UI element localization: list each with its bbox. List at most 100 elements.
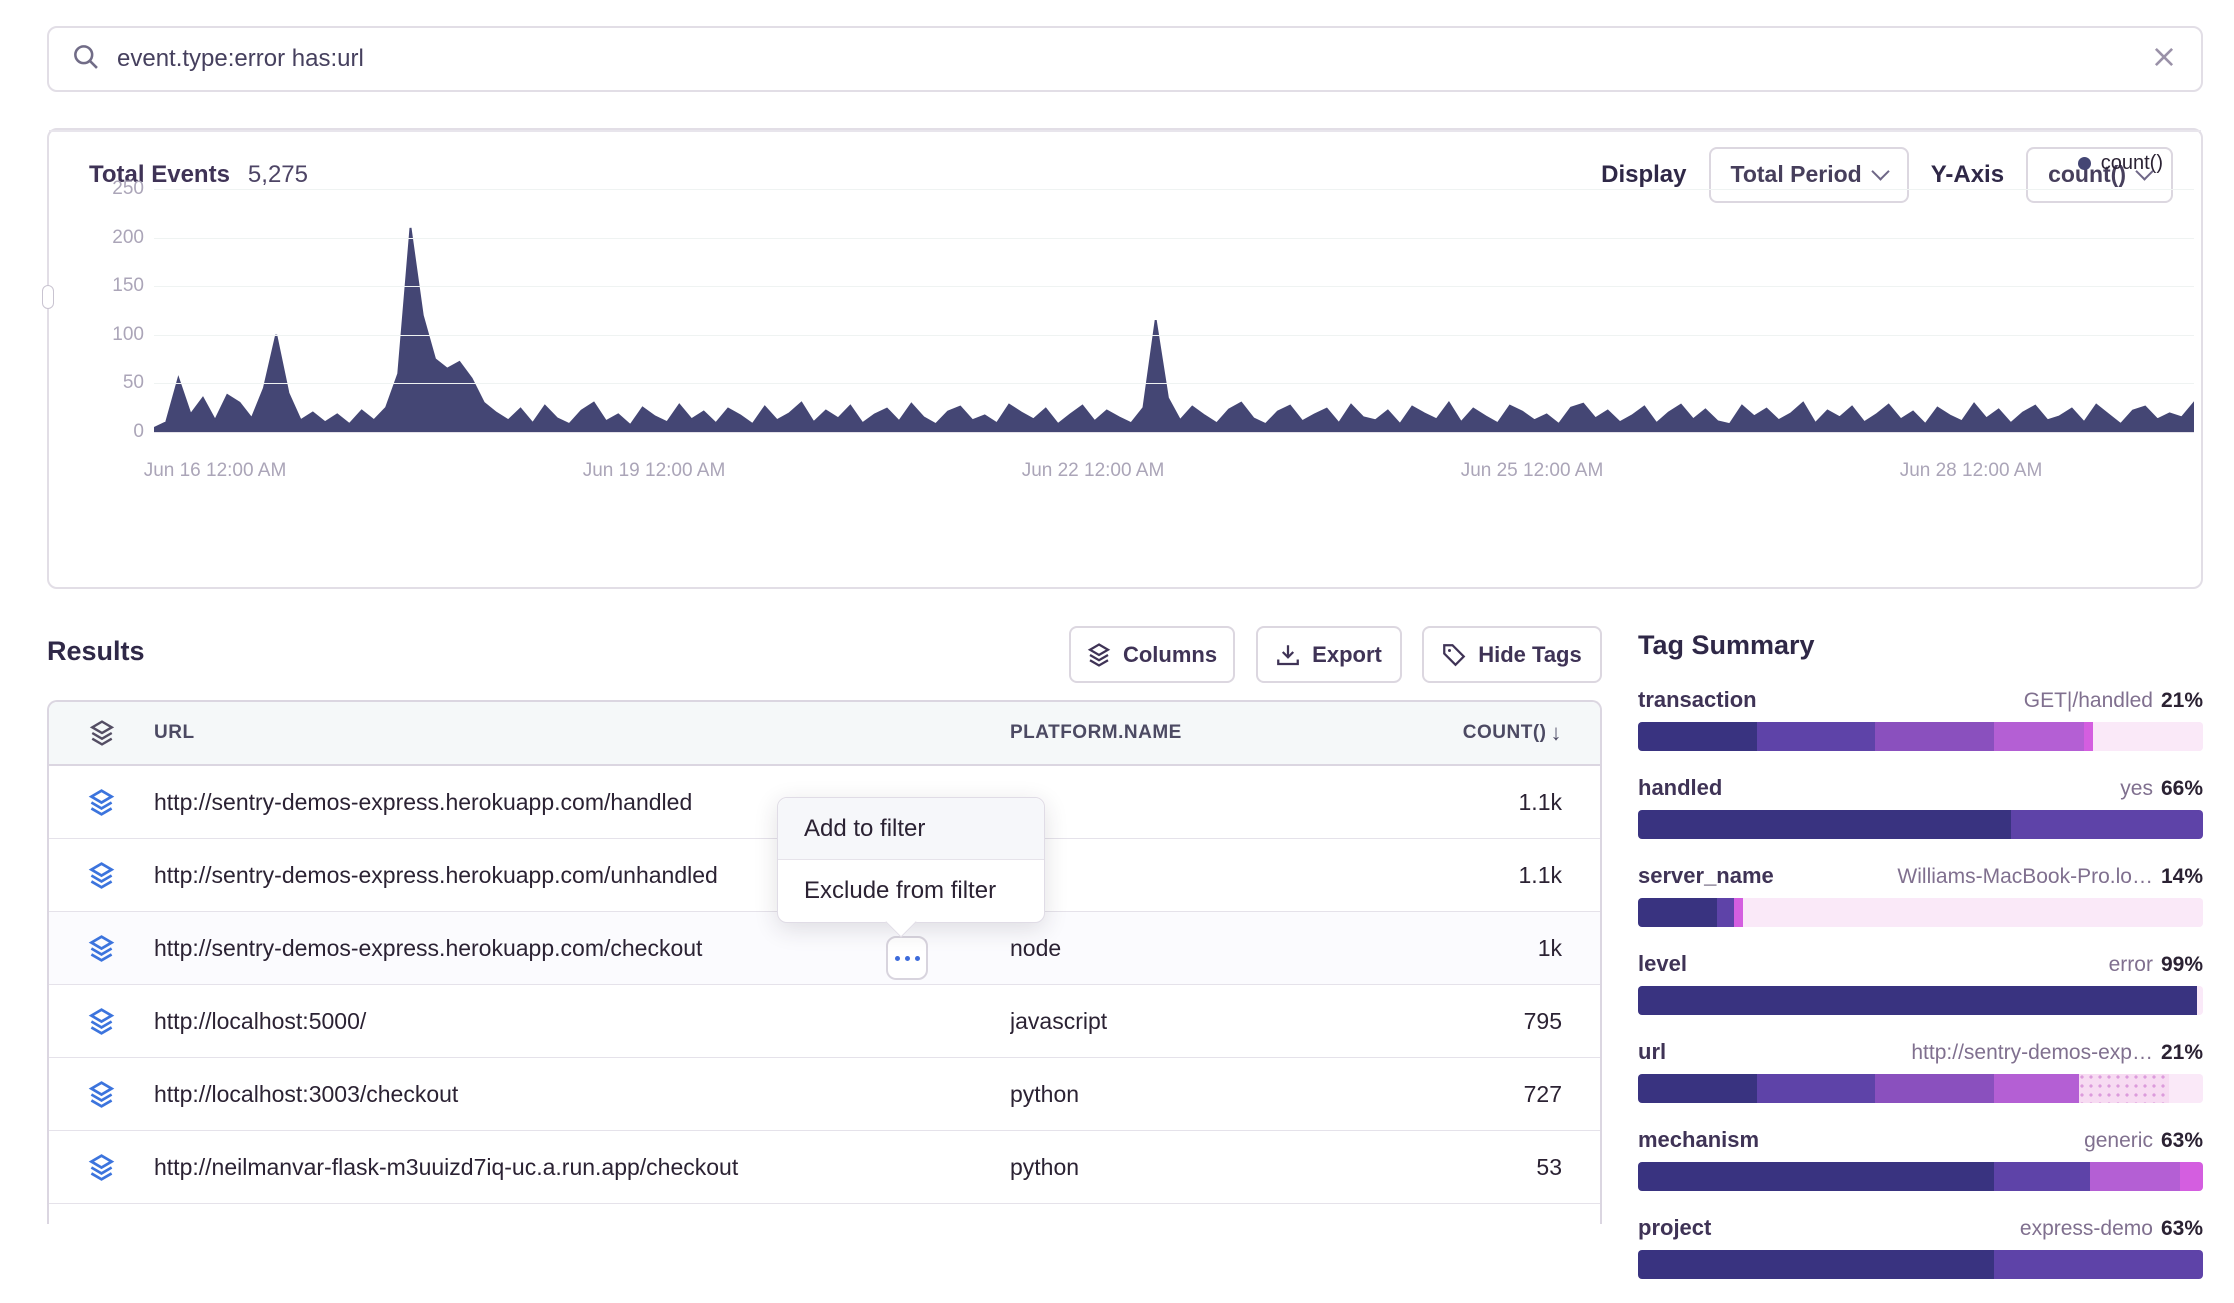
stack-icon[interactable] xyxy=(49,789,154,816)
tag-bar-segment[interactable] xyxy=(1875,722,1994,751)
hide-tags-button[interactable]: Hide Tags xyxy=(1422,626,1602,683)
tag-bar-segment[interactable] xyxy=(1734,898,1742,927)
row-count: 727 xyxy=(1470,1081,1600,1108)
gridline xyxy=(154,432,2194,433)
tag-bar-segment[interactable] xyxy=(1717,898,1734,927)
export-button[interactable]: Export xyxy=(1256,626,1402,683)
tag-distribution-bar[interactable] xyxy=(1638,1250,2203,1279)
tag-bar-segment[interactable] xyxy=(1994,1074,2079,1103)
tag-bar-segment[interactable] xyxy=(1638,1074,1757,1103)
tag-bar-segment[interactable] xyxy=(2093,722,2203,751)
y-axis-tick: 200 xyxy=(64,227,144,249)
ellipsis-icon xyxy=(915,956,920,961)
tag-bar-segment[interactable] xyxy=(1875,1074,1994,1103)
row-count: 1k xyxy=(1470,935,1600,962)
header-count-label: COUNT() xyxy=(1463,722,1547,744)
tag-bar-segment[interactable] xyxy=(2079,1074,2169,1103)
tag-entry: handled yes 66% xyxy=(1638,775,2203,839)
tag-bar-segment[interactable] xyxy=(2011,810,2203,839)
row-platform[interactable]: python xyxy=(1010,1154,1470,1181)
tag-bar-segment[interactable] xyxy=(1743,898,2203,927)
tag-distribution-bar[interactable] xyxy=(1638,1074,2203,1103)
stack-icon xyxy=(49,720,154,746)
ellipsis-icon xyxy=(905,956,910,961)
tag-distribution-bar[interactable] xyxy=(1638,898,2203,927)
tag-distribution-bar[interactable] xyxy=(1638,1162,2203,1191)
header-url[interactable]: URL xyxy=(154,722,1010,744)
table-header-row: URL PLATFORM.NAME COUNT() ↓ xyxy=(49,702,1600,766)
search-query[interactable]: event.type:error has:url xyxy=(117,45,2151,73)
tag-bar-segment[interactable] xyxy=(1638,1250,1994,1279)
row-url[interactable]: http://neilmanvar-flask-m3uuizd7iq-uc.a.… xyxy=(154,1154,1010,1181)
tag-entry: mechanism generic 63% xyxy=(1638,1127,2203,1191)
tag-top-percent: 99% xyxy=(2161,953,2203,977)
row-platform[interactable]: node xyxy=(1010,935,1470,962)
sort-desc-icon: ↓ xyxy=(1551,720,1563,746)
tag-distribution-bar[interactable] xyxy=(1638,810,2203,839)
tag-top-value: http://sentry-demos-exp… xyxy=(1911,1041,2153,1065)
tag-bar-segment[interactable] xyxy=(1757,722,1876,751)
menu-item-exclude-from-filter[interactable]: Exclude from filter xyxy=(778,860,1044,922)
table-row[interactable]: http://neilmanvar-flask-m3uuizd7iq-uc.a.… xyxy=(49,1131,1600,1204)
header-platform[interactable]: PLATFORM.NAME xyxy=(1010,722,1470,744)
stack-icon[interactable] xyxy=(49,1081,154,1108)
search-bar[interactable]: event.type:error has:url xyxy=(47,26,2203,92)
tag-label: transaction xyxy=(1638,687,1757,713)
table-row[interactable]: http://localhost:5000/ javascript 795 xyxy=(49,985,1600,1058)
columns-button-label: Columns xyxy=(1123,642,1217,668)
stack-icon[interactable] xyxy=(49,935,154,962)
tag-summary-title: Tag Summary xyxy=(1638,630,2203,661)
row-count: 795 xyxy=(1470,1008,1600,1035)
tag-label: handled xyxy=(1638,775,1722,801)
table-row[interactable]: http://localhost:3003/checkout python 72… xyxy=(49,1058,1600,1131)
menu-item-add-to-filter[interactable]: Add to filter xyxy=(778,798,1044,860)
row-url[interactable]: http://sentry-demos-express.herokuapp.co… xyxy=(154,935,1010,962)
tag-distribution-bar[interactable] xyxy=(1638,722,2203,751)
tag-bar-segment[interactable] xyxy=(1994,1162,2090,1191)
tag-bar-segment[interactable] xyxy=(1638,986,2197,1015)
legend-dot-icon xyxy=(2078,157,2091,170)
tag-icon xyxy=(1442,643,1466,667)
tag-bar-segment[interactable] xyxy=(2180,1162,2203,1191)
tag-bar-segment[interactable] xyxy=(2197,986,2203,1015)
gridline xyxy=(154,383,2194,384)
tag-bar-segment[interactable] xyxy=(2169,1074,2203,1103)
results-table: URL PLATFORM.NAME COUNT() ↓ http://sentr… xyxy=(47,700,1602,1224)
y-axis-tick: 0 xyxy=(64,421,144,443)
event-count-area-chart[interactable] xyxy=(154,172,2194,432)
row-platform[interactable]: python xyxy=(1010,1081,1470,1108)
tag-bar-segment[interactable] xyxy=(1638,810,2011,839)
close-icon[interactable] xyxy=(2151,44,2177,75)
tag-label: project xyxy=(1638,1215,1711,1241)
tag-bar-segment[interactable] xyxy=(1638,722,1757,751)
row-actions-button[interactable] xyxy=(886,936,928,980)
stack-icon[interactable] xyxy=(49,1154,154,1181)
header-count[interactable]: COUNT() ↓ xyxy=(1470,720,1600,746)
gridline xyxy=(154,335,2194,336)
row-url[interactable]: http://localhost:3003/checkout xyxy=(154,1081,1010,1108)
tag-top-percent: 14% xyxy=(2161,865,2203,889)
stack-icon[interactable] xyxy=(49,862,154,889)
tag-top-value: error xyxy=(2109,953,2153,977)
tag-bar-segment[interactable] xyxy=(1757,1074,1876,1103)
tag-bar-segment[interactable] xyxy=(1994,1250,2203,1279)
tag-label: server_name xyxy=(1638,863,1774,889)
tag-bar-segment[interactable] xyxy=(1638,1162,1994,1191)
x-axis-tick: Jun 16 12:00 AM xyxy=(144,460,287,482)
tag-entry: url http://sentry-demos-exp… 21% xyxy=(1638,1039,2203,1103)
tag-bar-segment[interactable] xyxy=(2084,722,2092,751)
x-axis-tick: Jun 28 12:00 AM xyxy=(1900,460,2043,482)
tag-distribution-bar[interactable] xyxy=(1638,986,2203,1015)
tag-bar-segment[interactable] xyxy=(2090,1162,2180,1191)
tag-bar-segment[interactable] xyxy=(1638,898,1717,927)
sidebar-collapse-handle[interactable] xyxy=(42,285,54,309)
stack-icon xyxy=(1087,643,1111,667)
tag-bar-segment[interactable] xyxy=(1994,722,2084,751)
row-count: 1.1k xyxy=(1470,789,1600,816)
stack-icon[interactable] xyxy=(49,1008,154,1035)
row-url[interactable]: http://localhost:5000/ xyxy=(154,1008,1010,1035)
columns-button[interactable]: Columns xyxy=(1069,626,1235,683)
x-axis-tick: Jun 19 12:00 AM xyxy=(583,460,726,482)
row-platform[interactable]: javascript xyxy=(1010,1008,1470,1035)
tag-top-value: Williams-MacBook-Pro.lo… xyxy=(1897,865,2153,889)
